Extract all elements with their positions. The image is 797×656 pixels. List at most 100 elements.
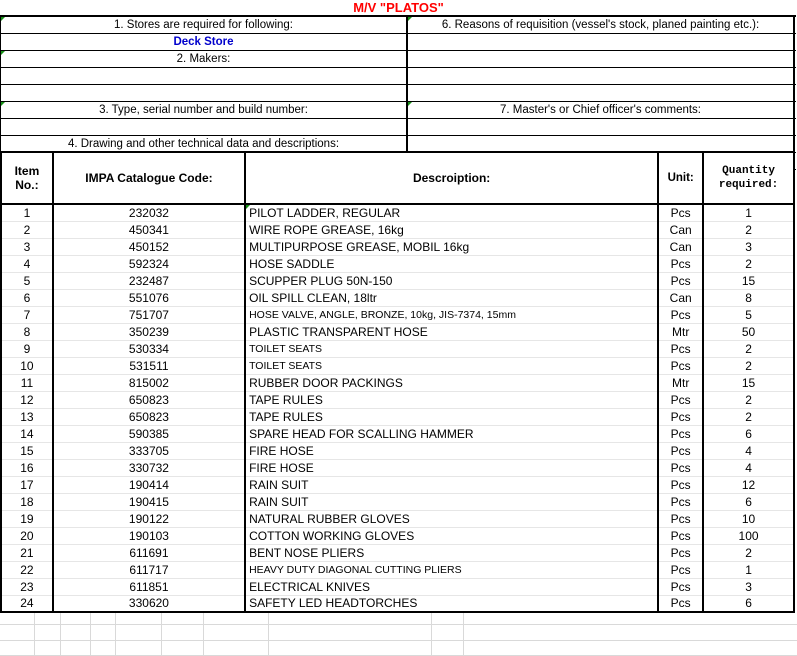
cell-quantity[interactable]: 2 bbox=[703, 340, 794, 357]
cell-item-no[interactable]: 19 bbox=[1, 510, 53, 527]
cell-description[interactable]: HOSE SADDLE bbox=[245, 255, 658, 272]
cell-quantity[interactable]: 4 bbox=[703, 459, 794, 476]
table-row[interactable]: 8350239PLASTIC TRANSPARENT HOSEMtr50 bbox=[1, 323, 794, 340]
cell-impa-code[interactable]: 650823 bbox=[53, 408, 245, 425]
cell-item-no[interactable]: 6 bbox=[1, 289, 53, 306]
cell-quantity[interactable]: 8 bbox=[703, 289, 794, 306]
cell-impa-code[interactable]: 450341 bbox=[53, 221, 245, 238]
cell-unit[interactable]: Pcs bbox=[658, 391, 703, 408]
cell-description[interactable]: PILOT LADDER, REGULAR bbox=[245, 204, 658, 221]
cell-quantity[interactable]: 50 bbox=[703, 323, 794, 340]
cell-quantity[interactable]: 15 bbox=[703, 272, 794, 289]
cell-item-no[interactable]: 7 bbox=[1, 306, 53, 323]
cell-unit[interactable]: Can bbox=[658, 238, 703, 255]
cell-unit[interactable]: Pcs bbox=[658, 527, 703, 544]
table-row[interactable]: 6551076OIL SPILL CLEAN, 18ltrCan8 bbox=[1, 289, 794, 306]
cell-unit[interactable]: Pcs bbox=[658, 578, 703, 595]
cell-unit[interactable]: Pcs bbox=[658, 476, 703, 493]
cell-item-no[interactable]: 20 bbox=[1, 527, 53, 544]
table-row[interactable]: 20190103COTTON WORKING GLOVESPcs100 bbox=[1, 527, 794, 544]
cell-description[interactable]: FIRE HOSE bbox=[245, 442, 658, 459]
cell-impa-code[interactable]: 815002 bbox=[53, 374, 245, 391]
cell-quantity[interactable]: 3 bbox=[703, 238, 794, 255]
cell-impa-code[interactable]: 551076 bbox=[53, 289, 245, 306]
table-row[interactable]: 18190415RAIN SUITPcs6 bbox=[1, 493, 794, 510]
table-row[interactable]: 19190122NATURAL RUBBER GLOVESPcs10 bbox=[1, 510, 794, 527]
cell-description[interactable]: SPARE HEAD FOR SCALLING HAMMER bbox=[245, 425, 658, 442]
cell-unit[interactable]: Pcs bbox=[658, 442, 703, 459]
cell-unit[interactable]: Pcs bbox=[658, 255, 703, 272]
cell-item-no[interactable]: 8 bbox=[1, 323, 53, 340]
form-cell-left[interactable]: 3. Type, serial number and build number: bbox=[1, 102, 408, 118]
cell-item-no[interactable]: 4 bbox=[1, 255, 53, 272]
cell-item-no[interactable]: 11 bbox=[1, 374, 53, 391]
cell-quantity[interactable]: 100 bbox=[703, 527, 794, 544]
cell-description[interactable]: SAFETY LED HEADTORCHES bbox=[245, 595, 658, 612]
table-row[interactable]: 17190414RAIN SUITPcs12 bbox=[1, 476, 794, 493]
cell-impa-code[interactable]: 531511 bbox=[53, 357, 245, 374]
cell-description[interactable]: HOSE VALVE, ANGLE, BRONZE, 10kg, JIS-737… bbox=[245, 306, 658, 323]
cell-quantity[interactable]: 6 bbox=[703, 493, 794, 510]
form-cell-right[interactable] bbox=[408, 51, 795, 67]
cell-item-no[interactable]: 13 bbox=[1, 408, 53, 425]
cell-unit[interactable]: Pcs bbox=[658, 544, 703, 561]
cell-description[interactable]: FIRE HOSE bbox=[245, 459, 658, 476]
cell-quantity[interactable]: 2 bbox=[703, 255, 794, 272]
table-row[interactable]: 24330620SAFETY LED HEADTORCHESPcs6 bbox=[1, 595, 794, 612]
cell-unit[interactable]: Pcs bbox=[658, 204, 703, 221]
table-row[interactable]: 5232487SCUPPER PLUG 50N-150Pcs15 bbox=[1, 272, 794, 289]
form-cell-right[interactable] bbox=[408, 136, 795, 152]
cell-description[interactable]: TAPE RULES bbox=[245, 408, 658, 425]
cell-impa-code[interactable]: 190414 bbox=[53, 476, 245, 493]
form-cell-right[interactable] bbox=[408, 119, 795, 135]
cell-quantity[interactable]: 5 bbox=[703, 306, 794, 323]
cell-item-no[interactable]: 23 bbox=[1, 578, 53, 595]
table-row[interactable]: 1232032PILOT LADDER, REGULARPcs1 bbox=[1, 204, 794, 221]
table-row[interactable]: 12650823TAPE RULESPcs2 bbox=[1, 391, 794, 408]
cell-item-no[interactable]: 14 bbox=[1, 425, 53, 442]
cell-item-no[interactable]: 18 bbox=[1, 493, 53, 510]
cell-unit[interactable]: Pcs bbox=[658, 561, 703, 578]
cell-unit[interactable]: Pcs bbox=[658, 425, 703, 442]
cell-impa-code[interactable]: 190122 bbox=[53, 510, 245, 527]
cell-impa-code[interactable]: 611691 bbox=[53, 544, 245, 561]
cell-item-no[interactable]: 9 bbox=[1, 340, 53, 357]
form-cell-left[interactable]: Deck Store bbox=[1, 34, 408, 50]
cell-impa-code[interactable]: 190103 bbox=[53, 527, 245, 544]
cell-description[interactable]: SCUPPER PLUG 50N-150 bbox=[245, 272, 658, 289]
cell-unit[interactable]: Can bbox=[658, 221, 703, 238]
cell-unit[interactable]: Can bbox=[658, 289, 703, 306]
cell-quantity[interactable]: 6 bbox=[703, 425, 794, 442]
cell-item-no[interactable]: 24 bbox=[1, 595, 53, 612]
table-row[interactable]: 16330732FIRE HOSEPcs4 bbox=[1, 459, 794, 476]
cell-impa-code[interactable]: 592324 bbox=[53, 255, 245, 272]
table-row[interactable]: 10531511TOILET SEATSPcs2 bbox=[1, 357, 794, 374]
table-row[interactable]: 7751707HOSE VALVE, ANGLE, BRONZE, 10kg, … bbox=[1, 306, 794, 323]
cell-description[interactable]: MULTIPURPOSE GREASE, MOBIL 16kg bbox=[245, 238, 658, 255]
cell-item-no[interactable]: 21 bbox=[1, 544, 53, 561]
table-row[interactable]: 14590385SPARE HEAD FOR SCALLING HAMMERPc… bbox=[1, 425, 794, 442]
cell-quantity[interactable]: 4 bbox=[703, 442, 794, 459]
cell-description[interactable]: RUBBER DOOR PACKINGS bbox=[245, 374, 658, 391]
table-row[interactable]: 13650823TAPE RULESPcs2 bbox=[1, 408, 794, 425]
cell-item-no[interactable]: 16 bbox=[1, 459, 53, 476]
cell-unit[interactable]: Pcs bbox=[658, 459, 703, 476]
cell-impa-code[interactable]: 333705 bbox=[53, 442, 245, 459]
cell-quantity[interactable]: 15 bbox=[703, 374, 794, 391]
cell-description[interactable]: OIL SPILL CLEAN, 18ltr bbox=[245, 289, 658, 306]
form-cell-right[interactable]: 6. Reasons of requisition (vessel's stoc… bbox=[408, 17, 795, 33]
cell-item-no[interactable]: 17 bbox=[1, 476, 53, 493]
table-row[interactable]: 21611691BENT NOSE PLIERSPcs2 bbox=[1, 544, 794, 561]
cell-description[interactable]: RAIN SUIT bbox=[245, 476, 658, 493]
form-cell-left[interactable] bbox=[1, 68, 408, 84]
cell-item-no[interactable]: 10 bbox=[1, 357, 53, 374]
form-cell-left[interactable] bbox=[1, 119, 408, 135]
form-cell-left[interactable]: 4. Drawing and other technical data and … bbox=[1, 136, 408, 152]
cell-item-no[interactable]: 12 bbox=[1, 391, 53, 408]
cell-impa-code[interactable]: 190415 bbox=[53, 493, 245, 510]
table-row[interactable]: 23611851ELECTRICAL KNIVESPcs3 bbox=[1, 578, 794, 595]
cell-quantity[interactable]: 2 bbox=[703, 544, 794, 561]
cell-impa-code[interactable]: 611717 bbox=[53, 561, 245, 578]
cell-description[interactable]: TAPE RULES bbox=[245, 391, 658, 408]
cell-item-no[interactable]: 2 bbox=[1, 221, 53, 238]
